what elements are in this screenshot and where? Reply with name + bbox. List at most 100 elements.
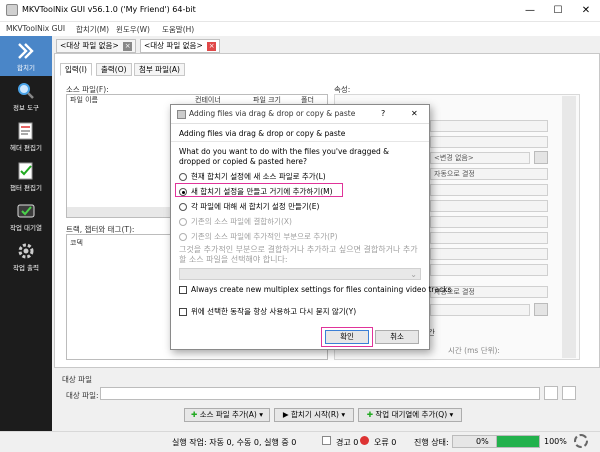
dialog-question: What do you want to do with the files yo… — [179, 147, 389, 166]
sidebar-item-chapter-editor[interactable]: 챕터 편집기 — [0, 156, 52, 196]
add-to-queue-button[interactable]: ✚ 작업 대기열에 추가(Q) ▾ — [358, 408, 462, 422]
chapter-edit-icon — [18, 162, 33, 180]
destination-group-label: 대상 파일 — [62, 375, 92, 384]
chevron-down-icon: ⌄ — [410, 270, 417, 279]
tab-input[interactable]: 입력(I) — [60, 63, 92, 76]
destination-label: 대상 파일: — [66, 391, 99, 400]
close-icon[interactable]: × — [123, 41, 133, 51]
header-edit-icon — [18, 122, 33, 140]
dialog-heading: Adding files via drag & drop or copy & p… — [179, 129, 346, 138]
source-file-select[interactable]: ⌄ — [179, 268, 421, 280]
prop-field-8[interactable] — [430, 264, 548, 276]
spinner-icon — [574, 434, 588, 448]
ok-button[interactable]: 확인 — [325, 330, 369, 344]
doc-tab-2[interactable]: <대상 파일 없음> × — [140, 39, 221, 53]
prop-field-6[interactable] — [430, 232, 548, 244]
radio-icon[interactable] — [179, 233, 187, 241]
add-files-dialog: Adding files via drag & drop or copy & p… — [170, 104, 451, 350]
destination-input[interactable] — [100, 387, 540, 400]
maximize-button[interactable]: ☐ — [544, 0, 572, 22]
sidebar-item-info-tool[interactable]: 정보 도구 — [0, 76, 52, 116]
job-queue-icon — [17, 204, 35, 218]
radio-icon[interactable] — [179, 218, 187, 226]
sidebar-item-header-editor[interactable]: 헤더 편집기 — [0, 116, 52, 156]
menu-help[interactable]: 도움말(H) — [162, 24, 194, 35]
edit-icon[interactable] — [534, 151, 548, 164]
dialog-divider — [171, 123, 429, 124]
merge-arrows-icon — [18, 43, 34, 59]
minimize-button[interactable]: — — [516, 0, 544, 22]
prop-field-5[interactable] — [430, 216, 548, 228]
tab-output[interactable]: 출력(O) — [96, 63, 132, 76]
add-source-files-button[interactable]: ✚ 소스 파일 추가(A) ▾ — [184, 408, 270, 422]
progress-pct-1: 0% — [476, 437, 489, 446]
radio-icon-selected[interactable] — [179, 188, 187, 196]
close-icon[interactable]: × — [207, 41, 217, 51]
prop-field-3[interactable] — [430, 184, 548, 196]
check-always-create[interactable]: Always create new multiplex settings for… — [179, 285, 451, 294]
progress-bar-total — [496, 435, 540, 448]
tab-attachments[interactable]: 첨부 파일(A) — [134, 63, 185, 76]
option-new-settings[interactable]: 새 합치기 설정을 만들고 거기에 추가하기(M) — [179, 186, 333, 197]
menu-multiplex[interactable]: 합치기(M) — [76, 24, 109, 35]
checkbox-icon[interactable] — [179, 286, 187, 294]
title-bar: MKVToolNix GUI v56.1.0 ('My Friend') 64-… — [0, 0, 600, 22]
browse-icon[interactable] — [534, 303, 548, 316]
sidebar-item-job-queue[interactable]: 작업 대기열 — [0, 196, 52, 236]
radio-icon[interactable] — [179, 203, 187, 211]
prop-field-2[interactable] — [430, 136, 548, 148]
menu-mkvtoolnix[interactable]: MKVToolNix GUI — [6, 24, 65, 33]
option-add-part[interactable]: 기존의 소스 파일에 추가적인 부분으로 추가(P) — [179, 231, 338, 242]
app-icon — [6, 4, 18, 16]
window-title: MKVToolNix GUI v56.1.0 ('My Friend') 64-… — [22, 5, 196, 14]
jobs-status: 실행 작업: 자동 0, 수동 0, 실행 중 0 — [172, 438, 297, 447]
progress-pct-2: 100% — [544, 437, 567, 446]
prop-field-9[interactable] — [430, 304, 530, 316]
save-folder-icon[interactable] — [562, 386, 576, 400]
dialog-divider-2 — [171, 141, 429, 142]
start-multiplexing-button[interactable]: ▶ 합치기 시작(R) ▾ — [274, 408, 354, 422]
doc-tab-label: <대상 파일 없음> — [144, 41, 203, 50]
sidebar-item-job-output[interactable]: 작업 출력 — [0, 236, 52, 276]
sidebar: 합치기 정보 도구 헤더 편집기 챕터 편집기 작업 대기열 작업 출력 — [0, 36, 52, 452]
dialog-hint: 그것을 추가적인 부분으로 결합하거나 추가하고 싶으면 결합하거나 추가할 소… — [179, 245, 418, 264]
prop-auto-1[interactable]: 자동으로 결정 — [430, 168, 548, 180]
prop-field-1[interactable] — [430, 120, 548, 132]
errors-count: 오류 0 — [374, 438, 397, 447]
menu-window[interactable]: 윈도우(W) — [116, 24, 150, 35]
error-icon — [360, 436, 369, 445]
vertical-scrollbar[interactable] — [562, 96, 576, 358]
warnings-count: 경고 0 — [336, 438, 359, 447]
play-icon: ▶ — [282, 410, 289, 419]
radio-icon[interactable] — [179, 173, 187, 181]
progress-label: 진행 상태: — [414, 438, 449, 447]
option-append[interactable]: 기존의 소스 파일에 결합하기(X) — [179, 216, 292, 227]
plus-icon: ✚ — [366, 410, 373, 419]
dialog-app-icon — [177, 110, 186, 119]
doc-tab-label: <대상 파일 없음> — [60, 41, 119, 50]
column-filename[interactable]: 파일 이름 — [70, 95, 98, 105]
folder-icon[interactable] — [544, 386, 558, 400]
help-button[interactable]: ? — [381, 109, 385, 118]
dialog-close-button[interactable]: ✕ — [411, 109, 418, 118]
checkbox-icon[interactable] — [179, 308, 187, 316]
doc-tab-1[interactable]: <대상 파일 없음> × — [56, 39, 137, 53]
column-codec[interactable]: 코덱 — [70, 238, 83, 248]
prop-change-none[interactable]: <변경 없음> — [430, 152, 530, 164]
plus-icon: ✚ — [191, 410, 198, 419]
magnifier-icon — [18, 83, 34, 99]
status-bar: 실행 작업: 자동 0, 수동 0, 실행 중 0 경고 0 오류 0 진행 상… — [0, 431, 600, 452]
sidebar-item-multiplex[interactable]: 합치기 — [0, 36, 52, 76]
warning-icon — [322, 436, 331, 445]
dialog-title: Adding files via drag & drop or copy & p… — [189, 109, 356, 118]
close-window-button[interactable]: ✕ — [572, 0, 600, 22]
option-add-to-current[interactable]: 현재 합치기 설정에 새 소스 파일로 추가(L) — [179, 171, 326, 182]
menu-bar: MKVToolNix GUI 합치기(M) 윈도우(W) 도움말(H) — [0, 22, 600, 36]
prop-field-7[interactable] — [430, 248, 548, 260]
prop-field-4[interactable] — [430, 200, 548, 212]
option-each-file[interactable]: 각 파일에 대해 새 합치기 설정 만들기(E) — [179, 201, 319, 212]
cancel-button[interactable]: 취소 — [375, 330, 419, 344]
partial-text: 시간 (ms 단위): — [448, 346, 500, 355]
gear-icon — [18, 243, 34, 259]
check-remember-choice[interactable]: 위에 선택한 동작을 항상 사용하고 다시 묻지 않기(Y) — [179, 306, 356, 317]
